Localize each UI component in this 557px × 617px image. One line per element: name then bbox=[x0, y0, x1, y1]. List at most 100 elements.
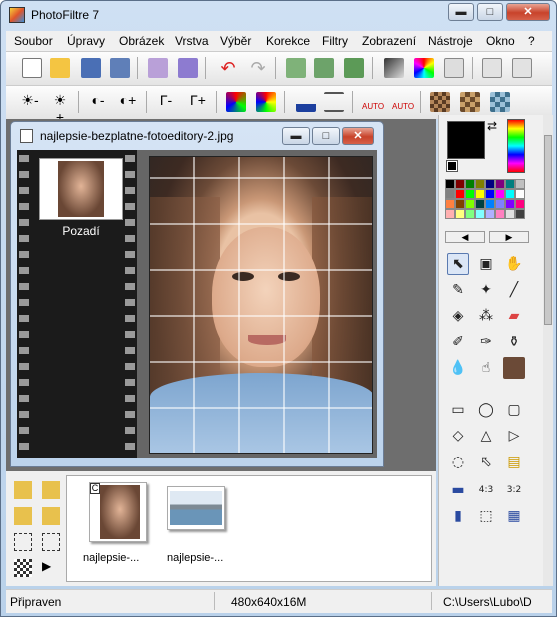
ratio-4-3-button[interactable]: 4:3 bbox=[475, 479, 497, 501]
palette-swatch[interactable] bbox=[495, 189, 505, 199]
layer-thumbnail[interactable] bbox=[39, 158, 123, 220]
doc-minimize-button[interactable]: ▬ bbox=[282, 127, 310, 145]
palette-swatch[interactable] bbox=[465, 209, 475, 219]
menu-vyber[interactable]: Výběr bbox=[220, 34, 251, 48]
palette-swatch[interactable] bbox=[505, 199, 515, 209]
lasso-shape[interactable]: ◌ bbox=[447, 451, 469, 473]
polygon-shape[interactable]: ⬁ bbox=[475, 451, 497, 473]
explorer-grid-icon[interactable] bbox=[14, 559, 32, 577]
palette-swatch[interactable] bbox=[495, 199, 505, 209]
saturation-plus-icon[interactable] bbox=[256, 92, 276, 112]
palette-swatch[interactable] bbox=[515, 189, 525, 199]
close-button[interactable]: ✕ bbox=[506, 3, 550, 21]
save-as-icon[interactable] bbox=[110, 58, 130, 78]
explorer-select-icon[interactable] bbox=[14, 533, 32, 551]
palette-swatch[interactable] bbox=[475, 209, 485, 219]
twain-icon[interactable] bbox=[178, 58, 198, 78]
spray-tool[interactable]: ⁂ bbox=[475, 305, 497, 327]
advanced-brush-tool[interactable]: ✑ bbox=[475, 331, 497, 353]
save-icon[interactable] bbox=[81, 58, 101, 78]
doc-close-button[interactable]: ✕ bbox=[342, 127, 374, 145]
vertical-scrollbar[interactable] bbox=[543, 115, 553, 586]
palette-prev-button[interactable]: ◀ bbox=[445, 231, 485, 243]
maximize-button[interactable]: □ bbox=[477, 3, 503, 21]
palette-swatch[interactable] bbox=[505, 189, 515, 199]
ratio-3-2-button[interactable]: 3:2 bbox=[503, 479, 525, 501]
palette-swatch[interactable] bbox=[495, 209, 505, 219]
palette-swatch[interactable] bbox=[485, 179, 495, 189]
image-size-icon[interactable] bbox=[286, 58, 306, 78]
menu-filtry[interactable]: Filtry bbox=[322, 34, 348, 48]
menu-okno[interactable]: Okno bbox=[486, 34, 515, 48]
hand-tool[interactable]: ✋ bbox=[503, 253, 525, 275]
sharpen-icon[interactable] bbox=[490, 92, 510, 112]
eraser-tool[interactable]: ▰ bbox=[503, 305, 525, 327]
run-icon[interactable] bbox=[512, 58, 532, 78]
diamond-shape[interactable]: ◇ bbox=[447, 425, 469, 447]
fill-tool[interactable]: ◈ bbox=[447, 305, 469, 327]
levels-icon[interactable] bbox=[324, 92, 344, 112]
explorer-crop-icon[interactable] bbox=[42, 533, 60, 551]
menu-korekce[interactable]: Korekce bbox=[266, 34, 310, 48]
smudge-tool[interactable]: ☝ bbox=[475, 357, 497, 379]
foreground-color[interactable] bbox=[447, 121, 485, 159]
palette-swatch[interactable] bbox=[515, 199, 525, 209]
scroll-thumb[interactable] bbox=[544, 135, 552, 325]
canvas-size-icon[interactable] bbox=[314, 58, 334, 78]
new-file-icon[interactable] bbox=[22, 58, 42, 78]
thumbnail-2[interactable] bbox=[167, 486, 225, 530]
contrast-minus-icon[interactable]: ◐- bbox=[88, 92, 108, 112]
palette-swatch[interactable] bbox=[485, 189, 495, 199]
palette-swatch[interactable] bbox=[445, 189, 455, 199]
hue-bar[interactable] bbox=[507, 119, 525, 173]
palette-swatch[interactable] bbox=[465, 199, 475, 209]
menu-zobrazeni[interactable]: Zobrazení bbox=[362, 34, 416, 48]
ellipse-shape[interactable]: ◯ bbox=[475, 399, 497, 421]
rectangle-shape[interactable]: ▭ bbox=[447, 399, 469, 421]
arrow-shape[interactable]: ▷ bbox=[503, 425, 525, 447]
palette-swatch[interactable] bbox=[455, 209, 465, 219]
doc-maximize-button[interactable]: □ bbox=[312, 127, 340, 145]
palette-swatch[interactable] bbox=[515, 179, 525, 189]
eyedropper-tool[interactable]: ✎ bbox=[447, 279, 469, 301]
palette-swatch[interactable] bbox=[475, 199, 485, 209]
palette-swatch[interactable] bbox=[475, 189, 485, 199]
menu-help[interactable]: ? bbox=[528, 34, 535, 48]
triangle-shape[interactable]: △ bbox=[475, 425, 497, 447]
auto-contrast-icon[interactable]: AUTO bbox=[392, 92, 414, 112]
open-shape[interactable]: ▤ bbox=[503, 451, 525, 473]
explorer-folder-icon[interactable] bbox=[14, 481, 32, 499]
rounded-rect-shape[interactable]: ▢ bbox=[503, 399, 525, 421]
blur-tool[interactable]: 💧 bbox=[447, 357, 469, 379]
redo-icon[interactable]: ↷ bbox=[248, 58, 268, 78]
saturation-minus-icon[interactable] bbox=[226, 92, 246, 112]
palette-swatch[interactable] bbox=[465, 189, 475, 199]
palette-swatch[interactable] bbox=[475, 179, 485, 189]
explorer-save-icon[interactable] bbox=[42, 507, 60, 525]
print-icon[interactable] bbox=[148, 58, 168, 78]
menu-nastroje[interactable]: Nástroje bbox=[428, 34, 473, 48]
palette-swatch[interactable] bbox=[505, 209, 515, 219]
invert-select-icon[interactable]: ▮ bbox=[447, 505, 469, 527]
menu-vrstva[interactable]: Vrstva bbox=[175, 34, 209, 48]
explorer-more-icon[interactable]: ▶ bbox=[42, 559, 60, 577]
palette-next-button[interactable]: ▶ bbox=[489, 231, 529, 243]
magic-wand-tool[interactable]: ✦ bbox=[475, 279, 497, 301]
image-canvas[interactable] bbox=[149, 156, 373, 454]
palette-swatch[interactable] bbox=[445, 179, 455, 189]
contrast-plus-icon[interactable]: ◐+ bbox=[118, 92, 138, 112]
palette-swatch[interactable] bbox=[485, 209, 495, 219]
stamp-icon[interactable] bbox=[444, 58, 464, 78]
undo-icon[interactable]: ↶ bbox=[218, 58, 238, 78]
palette-swatch[interactable] bbox=[445, 199, 455, 209]
brush-tool[interactable]: ✐ bbox=[447, 331, 469, 353]
frame-tool[interactable]: ▣ bbox=[475, 253, 497, 275]
palette-swatch[interactable] bbox=[455, 189, 465, 199]
fit-select-icon[interactable]: ⬚ bbox=[475, 505, 497, 527]
pointer-tool[interactable]: ⬉ bbox=[447, 253, 469, 275]
duplicate-icon[interactable] bbox=[344, 58, 364, 78]
select-all-icon[interactable]: ▬ bbox=[447, 479, 469, 501]
palette-swatch[interactable] bbox=[505, 179, 515, 189]
menu-soubor[interactable]: Soubor bbox=[14, 34, 53, 48]
minimize-button[interactable]: ▬ bbox=[448, 3, 474, 21]
